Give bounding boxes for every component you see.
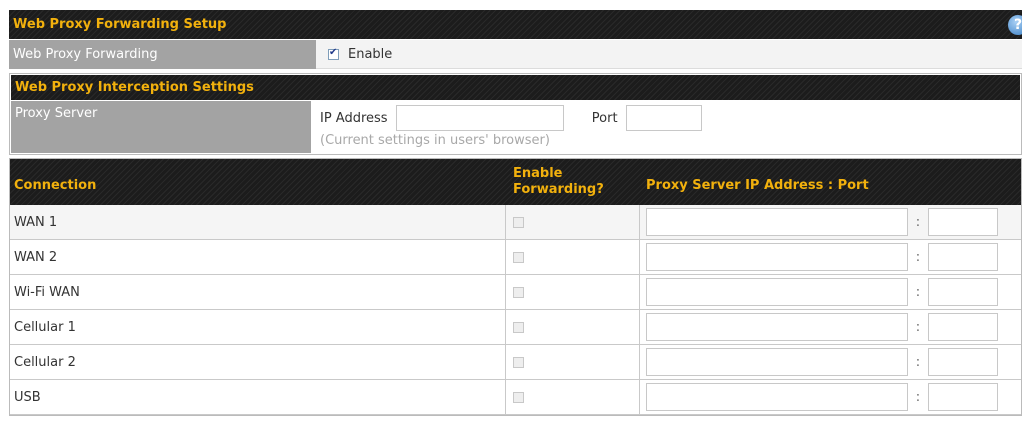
proxy-ip-input-usb[interactable]: [646, 383, 908, 411]
port-label: Port: [591, 110, 618, 126]
connection-name: WAN 1: [10, 205, 506, 239]
proxy-port-input-wan2[interactable]: [928, 243, 998, 271]
col-connection: Connection: [14, 177, 97, 193]
table-row: USB :: [10, 380, 1021, 415]
enable-forwarding-checkbox[interactable]: [328, 47, 339, 60]
browser-settings-hint: (Current settings in users' browser): [320, 133, 550, 148]
proxy-port-input-wifi-wan[interactable]: [928, 278, 998, 306]
enable-label: Enable: [348, 46, 393, 62]
table-row: WAN 1 :: [10, 205, 1021, 240]
forwarding-row: Web Proxy Forwarding Enable: [9, 40, 1022, 69]
connection-rows: WAN 1 : WAN 2 : Wi-Fi WAN: Cellular 1:…: [10, 205, 1021, 415]
ip-port-separator: :: [915, 319, 921, 335]
interception-block: Web Proxy Interception Settings Proxy Se…: [9, 73, 1022, 155]
enable-forwarding-checkbox-usb[interactable]: [513, 391, 524, 403]
ip-port-separator: :: [915, 249, 921, 265]
table-row: Cellular 1 :: [10, 310, 1021, 345]
connection-name: WAN 2: [10, 240, 506, 274]
proxy-ip-input-wan1[interactable]: [646, 208, 908, 236]
proxy-port-input[interactable]: [625, 105, 702, 131]
enable-forwarding-checkbox-cellular2[interactable]: [513, 356, 524, 368]
proxy-ip-input-cellular2[interactable]: [646, 348, 908, 376]
proxy-port-input-cellular1[interactable]: [928, 313, 998, 341]
connection-name: Cellular 2: [10, 345, 506, 379]
help-icon[interactable]: ?: [1008, 15, 1022, 35]
connection-name: Wi-Fi WAN: [10, 275, 506, 309]
forwarding-label: Web Proxy Forwarding: [9, 40, 316, 69]
proxy-port-input-usb[interactable]: [928, 383, 998, 411]
connection-table: Connection Enable Forwarding? Proxy Serv…: [9, 158, 1022, 416]
ip-port-separator: :: [915, 214, 921, 230]
enable-forwarding-checkbox-wifi-wan[interactable]: [513, 286, 524, 298]
ip-address-label: IP Address: [320, 110, 388, 126]
proxy-port-input-cellular2[interactable]: [928, 348, 998, 376]
ip-port-separator: :: [915, 389, 921, 405]
interception-header: Web Proxy Interception Settings: [11, 75, 1020, 100]
web-proxy-panel: Web Proxy Forwarding Setup ? Web Proxy F…: [9, 10, 1022, 416]
proxy-ip-input-wan2[interactable]: [646, 243, 908, 271]
forwarding-value-cell: Enable: [316, 40, 1022, 69]
col-proxy-ip-port: Proxy Server IP Address : Port: [646, 177, 869, 193]
table-row: Wi-Fi WAN :: [10, 275, 1021, 310]
connection-name: USB: [10, 380, 506, 414]
enable-forwarding-checkbox-cellular1[interactable]: [513, 321, 524, 333]
setup-title: Web Proxy Forwarding Setup: [13, 17, 227, 32]
table-row: WAN 2 :: [10, 240, 1021, 275]
proxy-server-row: Proxy Server IP Address Port (Current se…: [11, 101, 1020, 153]
col-enable-forwarding: Enable Forwarding?: [513, 166, 604, 197]
proxy-server-label: Proxy Server: [11, 101, 311, 153]
proxy-server-value-cell: IP Address Port (Current settings in use…: [311, 101, 1020, 153]
enable-forwarding-checkbox-wan1[interactable]: [513, 216, 524, 228]
ip-port-separator: :: [915, 354, 921, 370]
proxy-port-input-wan1[interactable]: [928, 208, 998, 236]
ip-port-separator: :: [915, 284, 921, 300]
proxy-ip-input-cellular1[interactable]: [646, 313, 908, 341]
connection-table-header: Connection Enable Forwarding? Proxy Serv…: [10, 159, 1021, 205]
interception-title: Web Proxy Interception Settings: [15, 80, 254, 95]
proxy-ip-input-wifi-wan[interactable]: [646, 278, 908, 306]
proxy-ip-input[interactable]: [395, 105, 564, 131]
enable-forwarding-checkbox-wan2[interactable]: [513, 251, 524, 263]
setup-header: Web Proxy Forwarding Setup ?: [9, 10, 1022, 39]
connection-name: Cellular 1: [10, 310, 506, 344]
table-row: Cellular 2 :: [10, 345, 1021, 380]
